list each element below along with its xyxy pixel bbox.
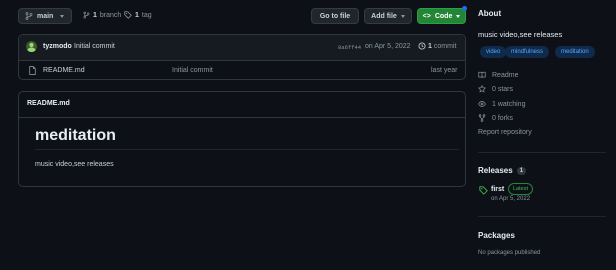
readme-body: music video,see releases [35, 161, 114, 168]
release-name[interactable]: first [491, 186, 504, 193]
branch-name: main [37, 12, 54, 20]
git-branch-icon [83, 11, 90, 19]
readme-filename[interactable]: README.md [27, 100, 70, 107]
file-icon [29, 66, 36, 75]
readme-title: meditation [35, 127, 116, 144]
history-icon [418, 42, 426, 50]
code-button[interactable]: <> Code [417, 8, 466, 24]
readme-header [19, 92, 465, 118]
topic-meditation[interactable]: meditation [555, 46, 595, 58]
commits-link[interactable]: 1 commit [418, 42, 456, 50]
forks-label: 0 forks [492, 114, 514, 122]
about-heading: About [478, 9, 502, 18]
watching-label: 1 watching [492, 100, 526, 108]
watchers-link[interactable]: 1 watching [478, 100, 525, 108]
stars-label: 0 stars [492, 85, 514, 93]
tag-word: tag [141, 11, 152, 19]
topic-video[interactable]: video [480, 46, 507, 58]
sidebar-divider [478, 152, 606, 153]
go-to-file-button[interactable]: Go to file [311, 8, 359, 24]
add-file-button[interactable]: Add file [364, 8, 412, 24]
avatar[interactable] [26, 41, 37, 52]
latest-release-badge: Latest [508, 183, 533, 195]
sidebar-divider [478, 216, 606, 217]
branch-selector-button[interactable]: main [18, 8, 72, 24]
go-to-file-label: Go to file [319, 12, 351, 20]
file-commit-message[interactable]: Initial commit [172, 67, 213, 74]
code-label: Code [434, 12, 453, 20]
commit-sha[interactable]: 8a6ff44 [338, 44, 361, 51]
release-date: on Apr 5, 2022 [491, 196, 531, 202]
fork-icon [478, 114, 486, 122]
chevron-down-icon [400, 14, 405, 18]
tag-icon [124, 11, 132, 19]
readme-link-label: Readme [492, 71, 519, 79]
commit-author[interactable]: tyzmodo [43, 43, 72, 50]
tags-link[interactable]: 1 tag [124, 11, 152, 19]
report-repository-link[interactable]: Report repository [478, 129, 532, 136]
file-age: last year [431, 67, 458, 74]
notification-dot [462, 6, 467, 11]
readme-link[interactable]: Readme [478, 71, 518, 79]
file-name[interactable]: README.md [43, 67, 85, 74]
table-row[interactable]: README.md Initial commit last year [19, 60, 465, 79]
releases-heading: Releases [478, 166, 513, 175]
releases-count-badge: 1 [516, 166, 527, 175]
chevron-down-icon [456, 14, 461, 18]
tag-icon [479, 186, 488, 195]
commit-count: 1 [428, 42, 432, 50]
chevron-down-icon [60, 14, 65, 18]
topic-mindfulness[interactable]: mindfulness [505, 46, 550, 58]
readme-title-divider [35, 149, 459, 150]
packages-heading[interactable]: Packages [478, 231, 515, 240]
book-icon [478, 71, 486, 79]
commit-date: on Apr 5, 2022 [365, 43, 411, 50]
packages-empty-text: No packages published [478, 250, 541, 256]
star-icon [478, 85, 486, 93]
eye-icon [478, 100, 486, 108]
add-file-label: Add file [371, 12, 397, 20]
branch-word: branch [99, 11, 122, 19]
git-branch-icon [25, 12, 33, 20]
releases-heading-link[interactable]: Releases 1 [478, 166, 527, 175]
commit-message[interactable]: Initial commit [74, 43, 115, 50]
commit-count-word: commit [433, 42, 457, 50]
forks-link[interactable]: 0 forks [478, 114, 513, 122]
branches-link[interactable]: 1 branch [83, 11, 121, 19]
branch-count: 1 [93, 11, 97, 19]
about-description: music video,see releases [478, 30, 563, 39]
code-icon: <> [422, 12, 431, 20]
stars-link[interactable]: 0 stars [478, 85, 513, 93]
tag-count: 1 [135, 11, 139, 19]
